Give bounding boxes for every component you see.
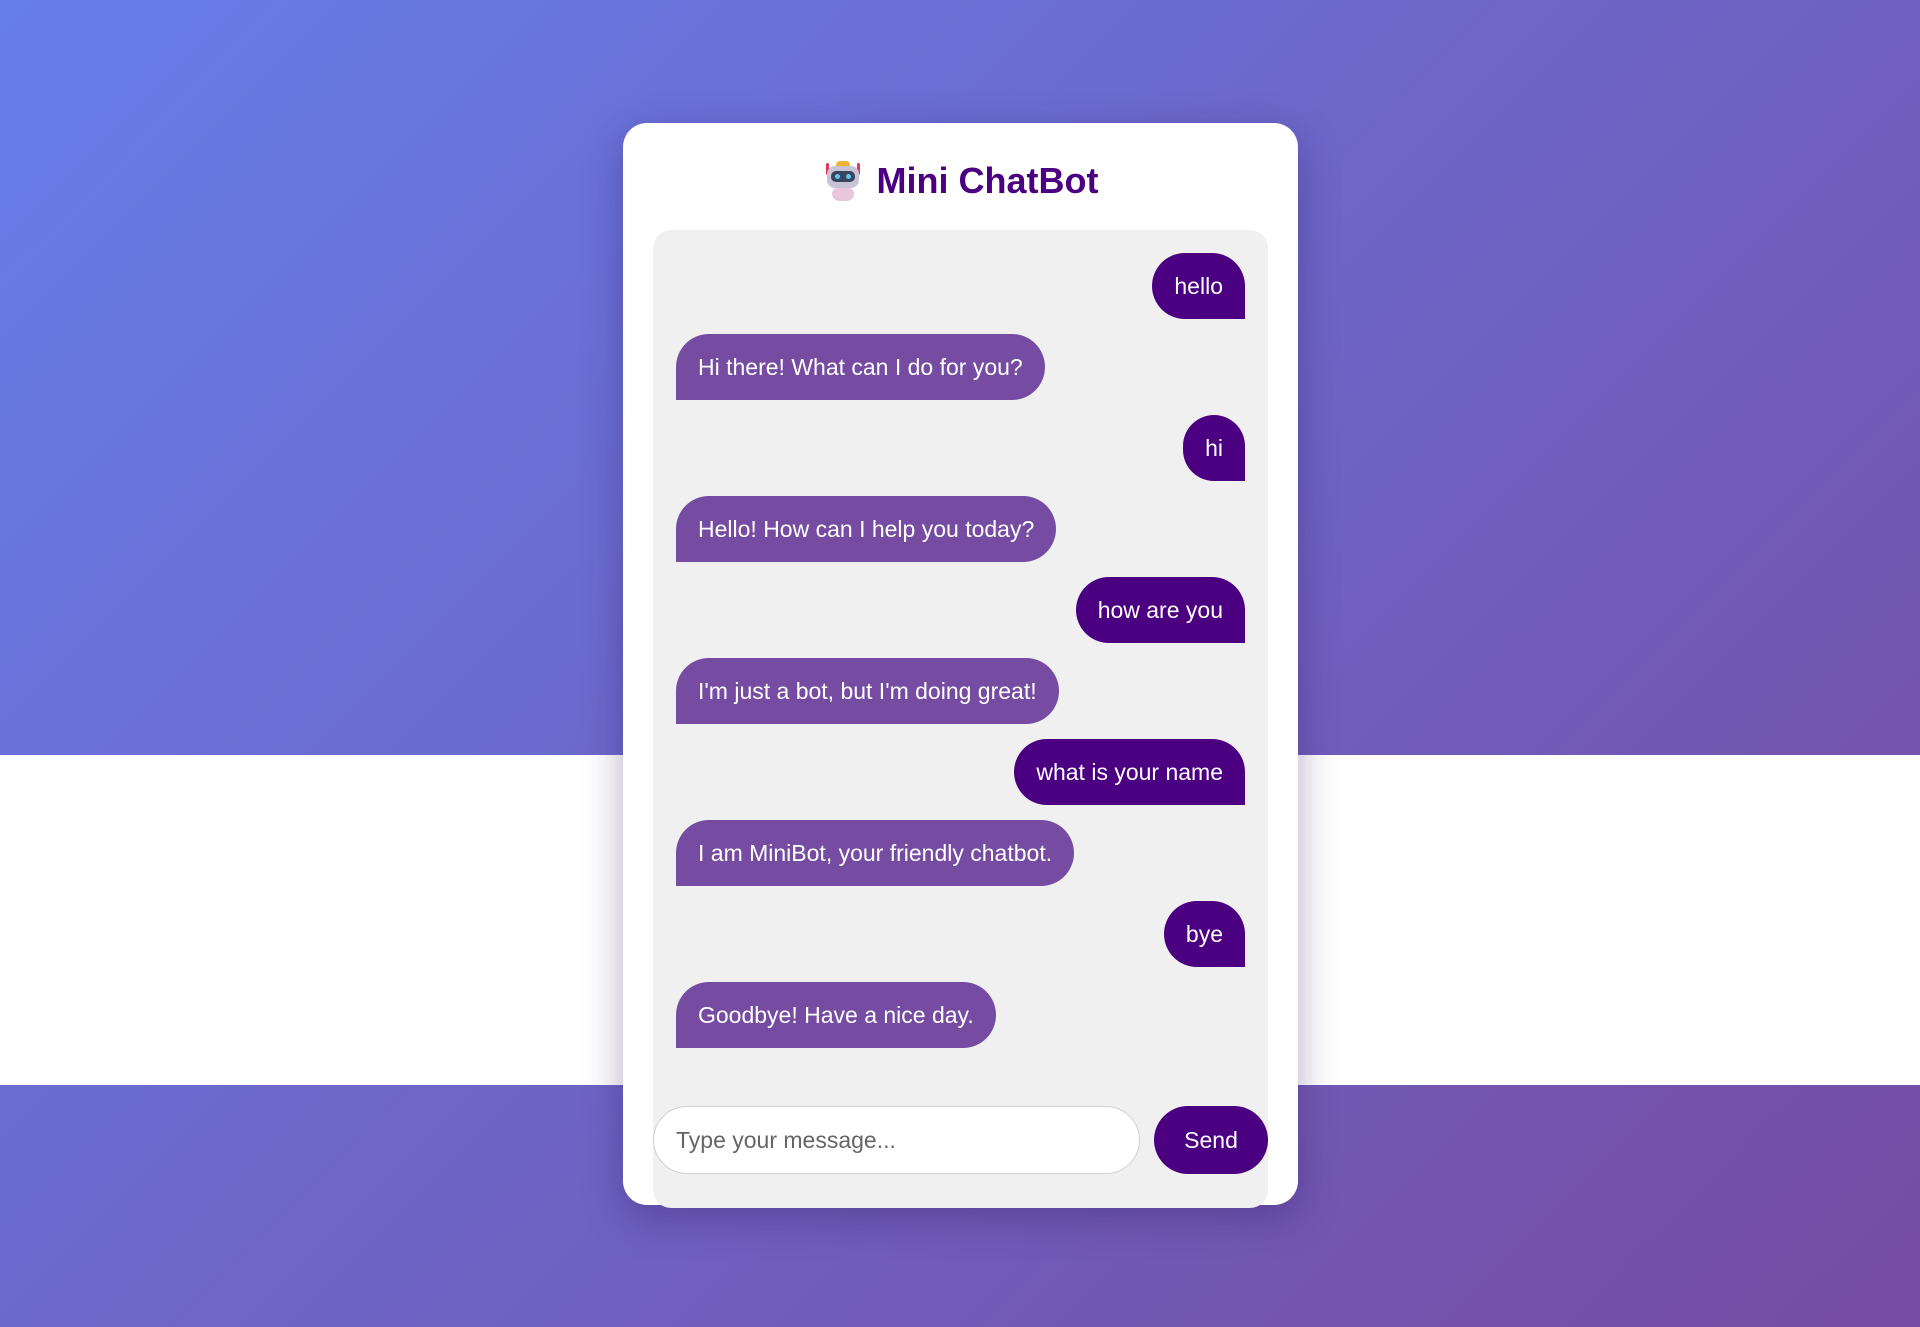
user-message: how are you [1075,577,1245,643]
user-message: hi [1183,415,1245,481]
page-title: Mini ChatBot [876,160,1099,201]
user-message: hello [1152,253,1245,319]
chat-container: Mini ChatBot hello Hi there! What can I … [623,123,1298,1208]
bot-message: Goodbye! Have a nice day. [676,982,996,1048]
robot-icon [823,161,863,201]
chat-messages[interactable]: hello Hi there! What can I do for you? h… [653,230,1268,1208]
bot-message: I am MiniBot, your friendly chatbot. [676,820,1075,886]
user-message: bye [1163,901,1245,967]
chat-header: Mini ChatBot [623,153,1298,209]
send-button[interactable]: Send [1154,1106,1268,1174]
bot-message: Hi there! What can I do for you? [676,334,1045,400]
bot-message: Hello! How can I help you today? [676,496,1057,562]
bot-message: I'm just a bot, but I'm doing great! [676,658,1059,724]
message-input[interactable] [653,1106,1140,1174]
user-message: what is your name [1014,739,1245,805]
message-composer: Send [653,1106,1268,1174]
